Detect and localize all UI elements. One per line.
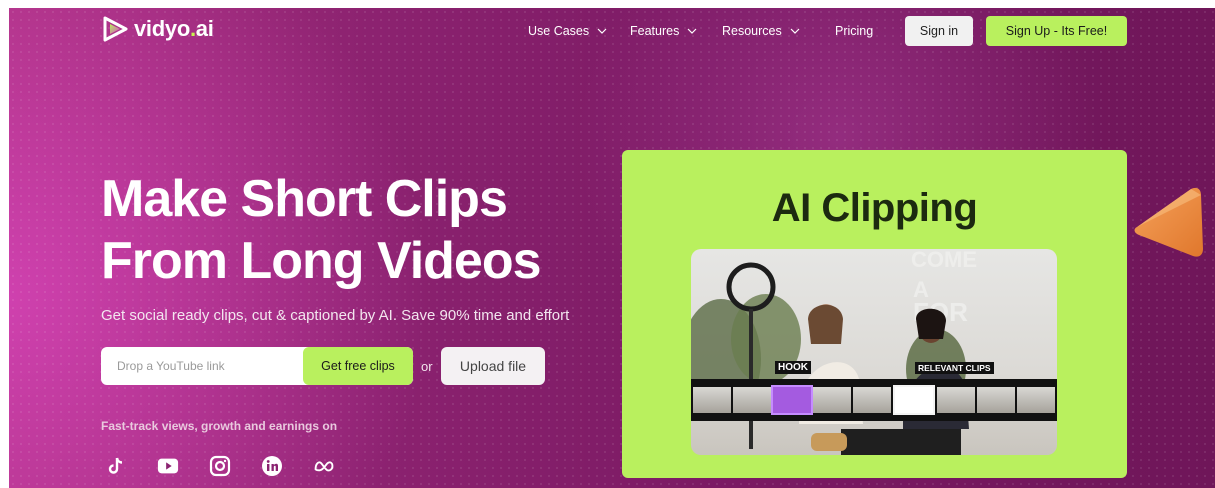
nav-resources[interactable]: Resources [722,24,800,38]
chevron-down-icon [687,28,697,34]
nav-use-cases-label: Use Cases [528,24,590,38]
relevant-clips-label: RELEVANT CLIPS [915,362,994,374]
video-scene: COME A FOR [691,249,977,455]
timeline-frame [1017,387,1055,413]
timeline-frame [853,387,891,413]
get-free-clips-button[interactable]: Get free clips [303,347,413,385]
tiktok-icon[interactable] [105,455,127,477]
nav-use-cases[interactable]: Use Cases [528,24,607,38]
fast-track-text: Fast-track views, growth and earnings on [101,419,338,433]
or-separator: or [421,359,433,374]
nav-pricing-label: Pricing [835,24,874,38]
hero-subtitle: Get social ready clips, cut & captioned … [101,307,570,324]
timeline-frame [937,387,975,413]
demo-video[interactable]: COME A FOR [691,249,1057,455]
sign-in-button[interactable]: Sign in [905,16,973,46]
logo[interactable]: vidyo.ai [101,14,214,44]
relevant-clip-frame [893,385,935,415]
sign-up-button[interactable]: Sign Up - Its Free! [986,16,1127,46]
nav-features-label: Features [630,24,680,38]
hero-title: Make Short Clips From Long Videos [101,168,621,292]
youtube-link-form: Get free clips [101,347,413,385]
page-background: vidyo.ai Use Cases Features Resources Pr… [9,8,1215,488]
chevron-down-icon [790,28,800,34]
meta-icon[interactable] [313,455,335,477]
logo-text: vidyo.ai [134,16,214,41]
chevron-down-icon [597,28,607,34]
timeline-frame [733,387,771,413]
hook-label: HOOK [775,361,811,374]
logo-play-icon [103,16,128,42]
ai-clipping-card: AI Clipping COME A FOR [622,150,1127,478]
orange-triangle-decoration [1134,187,1203,257]
timeline-frame [977,387,1015,413]
social-icons [105,455,365,477]
svg-text:COME: COME [911,249,977,272]
youtube-icon[interactable] [157,455,179,477]
youtube-link-input[interactable] [101,347,303,385]
nav-resources-label: Resources [722,24,782,38]
hero-title-line1: Make Short Clips [101,170,508,228]
linkedin-icon[interactable] [261,455,283,477]
timeline-frame [693,387,731,413]
hook-frame [771,385,813,415]
nav-features[interactable]: Features [630,24,697,38]
hero-title-line2: From Long Videos [101,232,542,290]
nav-pricing[interactable]: Pricing [835,24,873,38]
timeline-strip [691,379,1057,421]
card-title: AI Clipping [771,186,978,230]
upload-file-button[interactable]: Upload file [441,347,545,385]
instagram-icon[interactable] [209,455,231,477]
timeline-frame [813,387,851,413]
